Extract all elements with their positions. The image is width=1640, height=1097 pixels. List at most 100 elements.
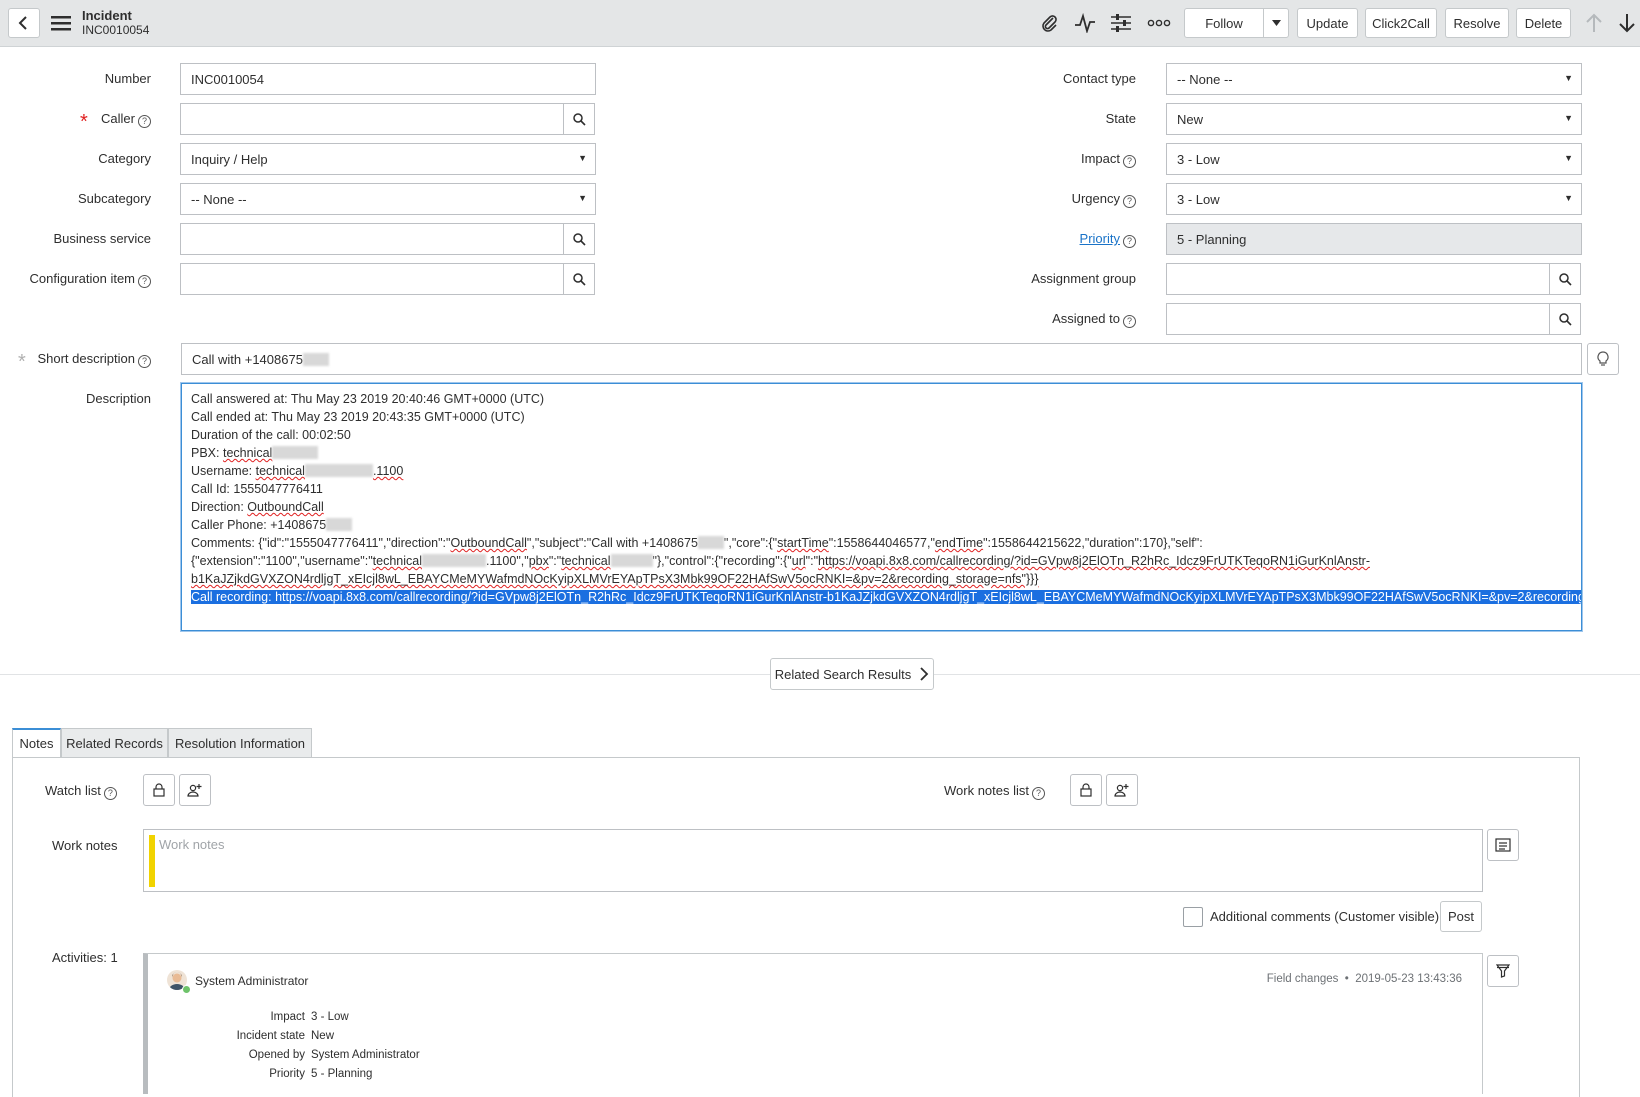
contact-type-select[interactable]: -- None -- ▼	[1166, 63, 1582, 95]
redacted-block	[304, 464, 373, 477]
business-service-lookup-button[interactable]	[563, 223, 595, 255]
watch-list-lock-button[interactable]	[143, 774, 175, 806]
activity-pulse-icon[interactable]	[1072, 10, 1098, 36]
description-line: Caller Phone: +1408675	[191, 516, 1572, 534]
suggestion-button[interactable]	[1587, 343, 1619, 375]
lightbulb-icon	[1597, 351, 1609, 366]
form-subtitle: INC0010054	[82, 23, 150, 37]
help-icon[interactable]: ?	[138, 355, 151, 368]
post-button[interactable]: Post	[1440, 901, 1482, 932]
contact-type-value: -- None --	[1177, 71, 1233, 87]
assignment-group-lookup-button[interactable]	[1549, 263, 1581, 295]
caller-lookup-button[interactable]	[563, 103, 595, 135]
add-user-icon	[187, 784, 202, 797]
assignment-group-input[interactable]	[1166, 263, 1550, 295]
required-indicator: *	[18, 351, 26, 373]
lock-icon	[1080, 783, 1092, 797]
follow-button[interactable]: Follow	[1184, 8, 1264, 38]
description-line: Call Id: 1555047776411	[191, 482, 323, 496]
description-textarea[interactable]: Call answered at: Thu May 23 2019 20:40:…	[181, 383, 1582, 631]
help-icon[interactable]: ?	[1032, 787, 1046, 800]
related-search-results-button[interactable]: Related Search Results	[770, 658, 934, 690]
help-icon[interactable]: ?	[1123, 155, 1136, 168]
redacted-block	[421, 554, 486, 567]
tab-related-records[interactable]: Related Records	[61, 728, 168, 758]
chevron-left-icon	[18, 16, 27, 30]
subcategory-select[interactable]: -- None -- ▼	[180, 183, 596, 215]
redacted-block	[326, 518, 353, 531]
business-service-label: Business service	[53, 231, 151, 246]
assigned-to-lookup-button[interactable]	[1549, 303, 1581, 335]
redacted-block	[610, 554, 653, 567]
urgency-select[interactable]: 3 - Low ▼	[1166, 183, 1582, 215]
description-line: Duration of the call: 00:02:50	[191, 428, 351, 442]
update-button[interactable]: Update	[1297, 8, 1358, 38]
more-options-icon[interactable]	[1146, 10, 1172, 36]
personalize-sliders-icon[interactable]	[1108, 10, 1134, 36]
resolve-button[interactable]: Resolve	[1445, 8, 1509, 38]
priority-link[interactable]: Priority	[1080, 231, 1120, 246]
business-service-input[interactable]	[180, 223, 564, 255]
impact-label: Impact?	[1081, 151, 1136, 168]
work-notes-placeholder: Work notes	[159, 837, 225, 852]
search-icon	[572, 272, 586, 286]
description-label: Description	[85, 391, 151, 406]
work-notes-list-add-me-button[interactable]	[1106, 774, 1138, 806]
subcategory-value: -- None --	[191, 191, 247, 207]
next-record-arrow-icon[interactable]	[1614, 10, 1640, 36]
work-notes-list-lock-button[interactable]	[1070, 774, 1102, 806]
work-notes-textarea[interactable]: Work notes	[143, 829, 1483, 892]
configuration-item-input[interactable]	[180, 263, 564, 295]
watch-list-label: Watch list?	[45, 783, 117, 800]
paperclip-icon[interactable]	[1036, 10, 1062, 36]
list-icon	[1495, 838, 1511, 852]
watch-list-add-me-button[interactable]	[179, 774, 211, 806]
category-value: Inquiry / Help	[191, 151, 268, 167]
search-icon	[572, 232, 586, 246]
work-notes-label: Work notes	[52, 838, 118, 853]
description-line: Call ended at: Thu May 23 2019 20:43:35 …	[191, 410, 525, 424]
work-notes-indicator	[149, 835, 155, 887]
state-label: State	[1105, 111, 1136, 126]
short-description-input[interactable]: Call with +1408675	[181, 343, 1582, 375]
previous-record-arrow-icon[interactable]	[1581, 10, 1607, 36]
compose-options-button[interactable]	[1487, 829, 1519, 861]
help-icon[interactable]: ?	[138, 115, 151, 128]
work-notes-list-label: Work notes list?	[944, 783, 1046, 800]
help-icon[interactable]: ?	[1123, 195, 1136, 208]
select-arrow-icon: ▼	[1564, 73, 1573, 83]
activities-label: Activities: 1	[52, 950, 118, 965]
impact-select[interactable]: 3 - Low ▼	[1166, 143, 1582, 175]
category-select[interactable]: Inquiry / Help ▼	[180, 143, 596, 175]
additional-comments-checkbox[interactable]	[1183, 907, 1203, 927]
impact-value: 3 - Low	[1177, 151, 1220, 167]
lock-icon	[153, 783, 165, 797]
assigned-to-input[interactable]	[1166, 303, 1550, 335]
caller-input[interactable]	[180, 103, 564, 135]
description-line: Comments: {"id":"1555047776411","directi…	[191, 536, 1203, 550]
help-icon[interactable]: ?	[138, 275, 151, 288]
click2call-button[interactable]: Click2Call	[1365, 8, 1437, 38]
assignment-group-label: Assignment group	[1031, 271, 1136, 286]
help-icon[interactable]: ?	[1123, 315, 1136, 328]
delete-button[interactable]: Delete	[1516, 8, 1571, 38]
hamburger-menu-icon[interactable]	[48, 10, 74, 36]
contact-type-label: Contact type	[1063, 71, 1136, 86]
caller-label: Caller?	[101, 111, 151, 128]
help-icon[interactable]: ?	[1123, 235, 1136, 248]
chevron-right-icon	[920, 667, 929, 681]
tab-notes[interactable]: Notes	[12, 728, 61, 758]
help-icon[interactable]: ?	[103, 787, 117, 800]
activity-filter-button[interactable]	[1487, 955, 1519, 987]
tab-resolution-information[interactable]: Resolution Information	[168, 728, 312, 758]
back-button[interactable]	[8, 8, 40, 38]
assigned-to-label: Assigned to?	[1052, 311, 1136, 328]
subcategory-label: Subcategory	[78, 191, 151, 206]
description-line: b1KaJZjkdGVXZON4rdljgT_xEIcjl8wL_EBAYCMe…	[191, 572, 1039, 586]
configuration-item-lookup-button[interactable]	[563, 263, 595, 295]
search-icon	[572, 112, 586, 126]
number-field[interactable]: INC0010054	[180, 63, 596, 95]
state-select[interactable]: New ▼	[1166, 103, 1582, 135]
follow-dropdown-button[interactable]	[1263, 8, 1289, 38]
redacted-block	[272, 446, 319, 459]
